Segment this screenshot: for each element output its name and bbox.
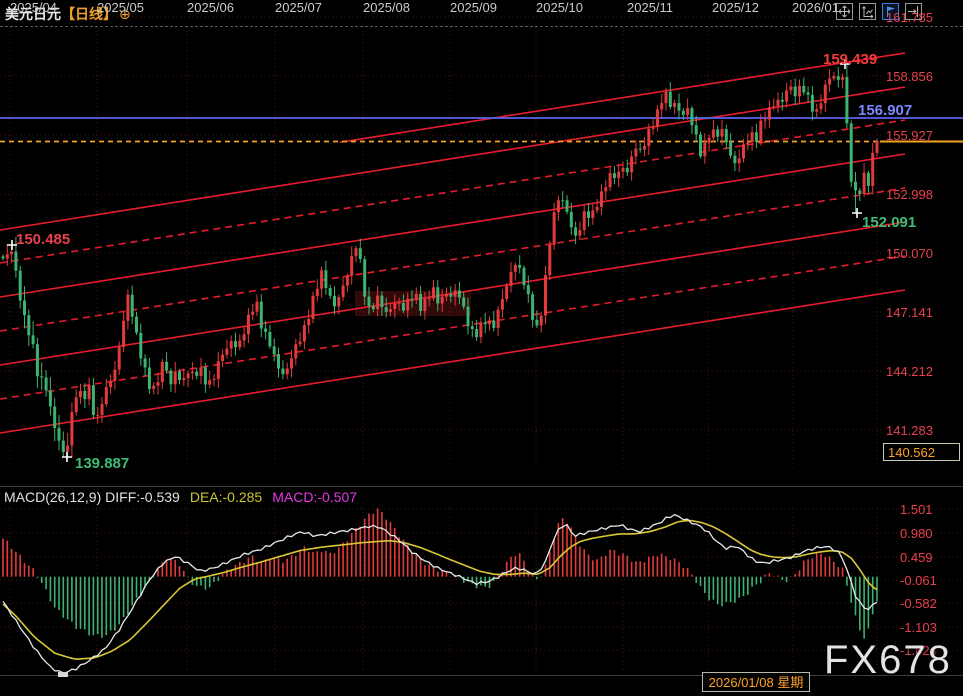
range-scrollbar-handle[interactable]	[58, 672, 68, 677]
price-axis-label: 158.856	[886, 69, 933, 84]
price-axis-label: 152.998	[886, 187, 933, 202]
x-axis-label: 2025/11	[627, 0, 673, 15]
macd-axis-label: -0.582	[900, 596, 937, 611]
x-axis-label: 2025/09	[450, 0, 497, 15]
x-axis-label: 2025/06	[187, 0, 234, 15]
macd-axis-label: 1.501	[900, 502, 933, 517]
macd-axis-label: 0.459	[900, 550, 933, 565]
macd-axis-label: -1.103	[900, 620, 937, 635]
macd-axis-label: 0.980	[900, 526, 933, 541]
watermark-logo: FX678	[824, 638, 952, 683]
macd-dea-value: DEA:-0.285	[190, 489, 262, 505]
chart-window: 美元日元【日线】⊕ 156.907 140.562 150.485 139.88…	[0, 0, 963, 696]
price-axis-label: 144.212	[886, 364, 933, 379]
crosshair-date-box: 2026/01/08 星期四	[702, 672, 810, 692]
x-axis-label: 2025/08	[363, 0, 410, 15]
price-and-macd-chart[interactable]	[0, 0, 963, 696]
price-axis-label: 161.785	[886, 10, 933, 25]
crosshair-price-box: 140.562	[883, 443, 960, 461]
price-axis-label: 147.141	[886, 305, 933, 320]
x-axis-label: 2025/07	[275, 0, 322, 15]
x-axis-label: 2025/10	[536, 0, 583, 15]
macd-macd-value: MACD:-0.507	[272, 489, 357, 505]
annotation-high-150485: 150.485	[16, 231, 70, 248]
annotation-low-152091: 152.091	[862, 214, 916, 231]
annotation-low-139887: 139.887	[75, 455, 129, 472]
macd-params-diff: MACD(26,12,9) DIFF:-0.539	[4, 489, 180, 505]
x-axis-label: 2026/01	[792, 0, 839, 15]
x-axis-label: 2025/05	[97, 0, 144, 15]
price-axis-label: 141.283	[886, 423, 933, 438]
panel-divider	[0, 486, 963, 487]
annotation-high-159439: 159.439	[823, 51, 877, 68]
axis-scale-icon[interactable]	[859, 3, 876, 20]
top-border-dashed	[0, 26, 963, 27]
price-axis-label: 150.070	[886, 246, 933, 261]
price-axis-label: 155.927	[886, 128, 933, 143]
axis-divider	[0, 675, 963, 676]
x-axis-label: 2025/12	[712, 0, 759, 15]
macd-header: MACD(26,12,9) DIFF:-0.539 DEA:-0.285 MACD:…	[4, 489, 357, 505]
macd-axis-label: -0.061	[900, 573, 937, 588]
blue-level-label: 156.907	[858, 102, 912, 119]
x-axis-label: 2025/04	[10, 0, 57, 15]
